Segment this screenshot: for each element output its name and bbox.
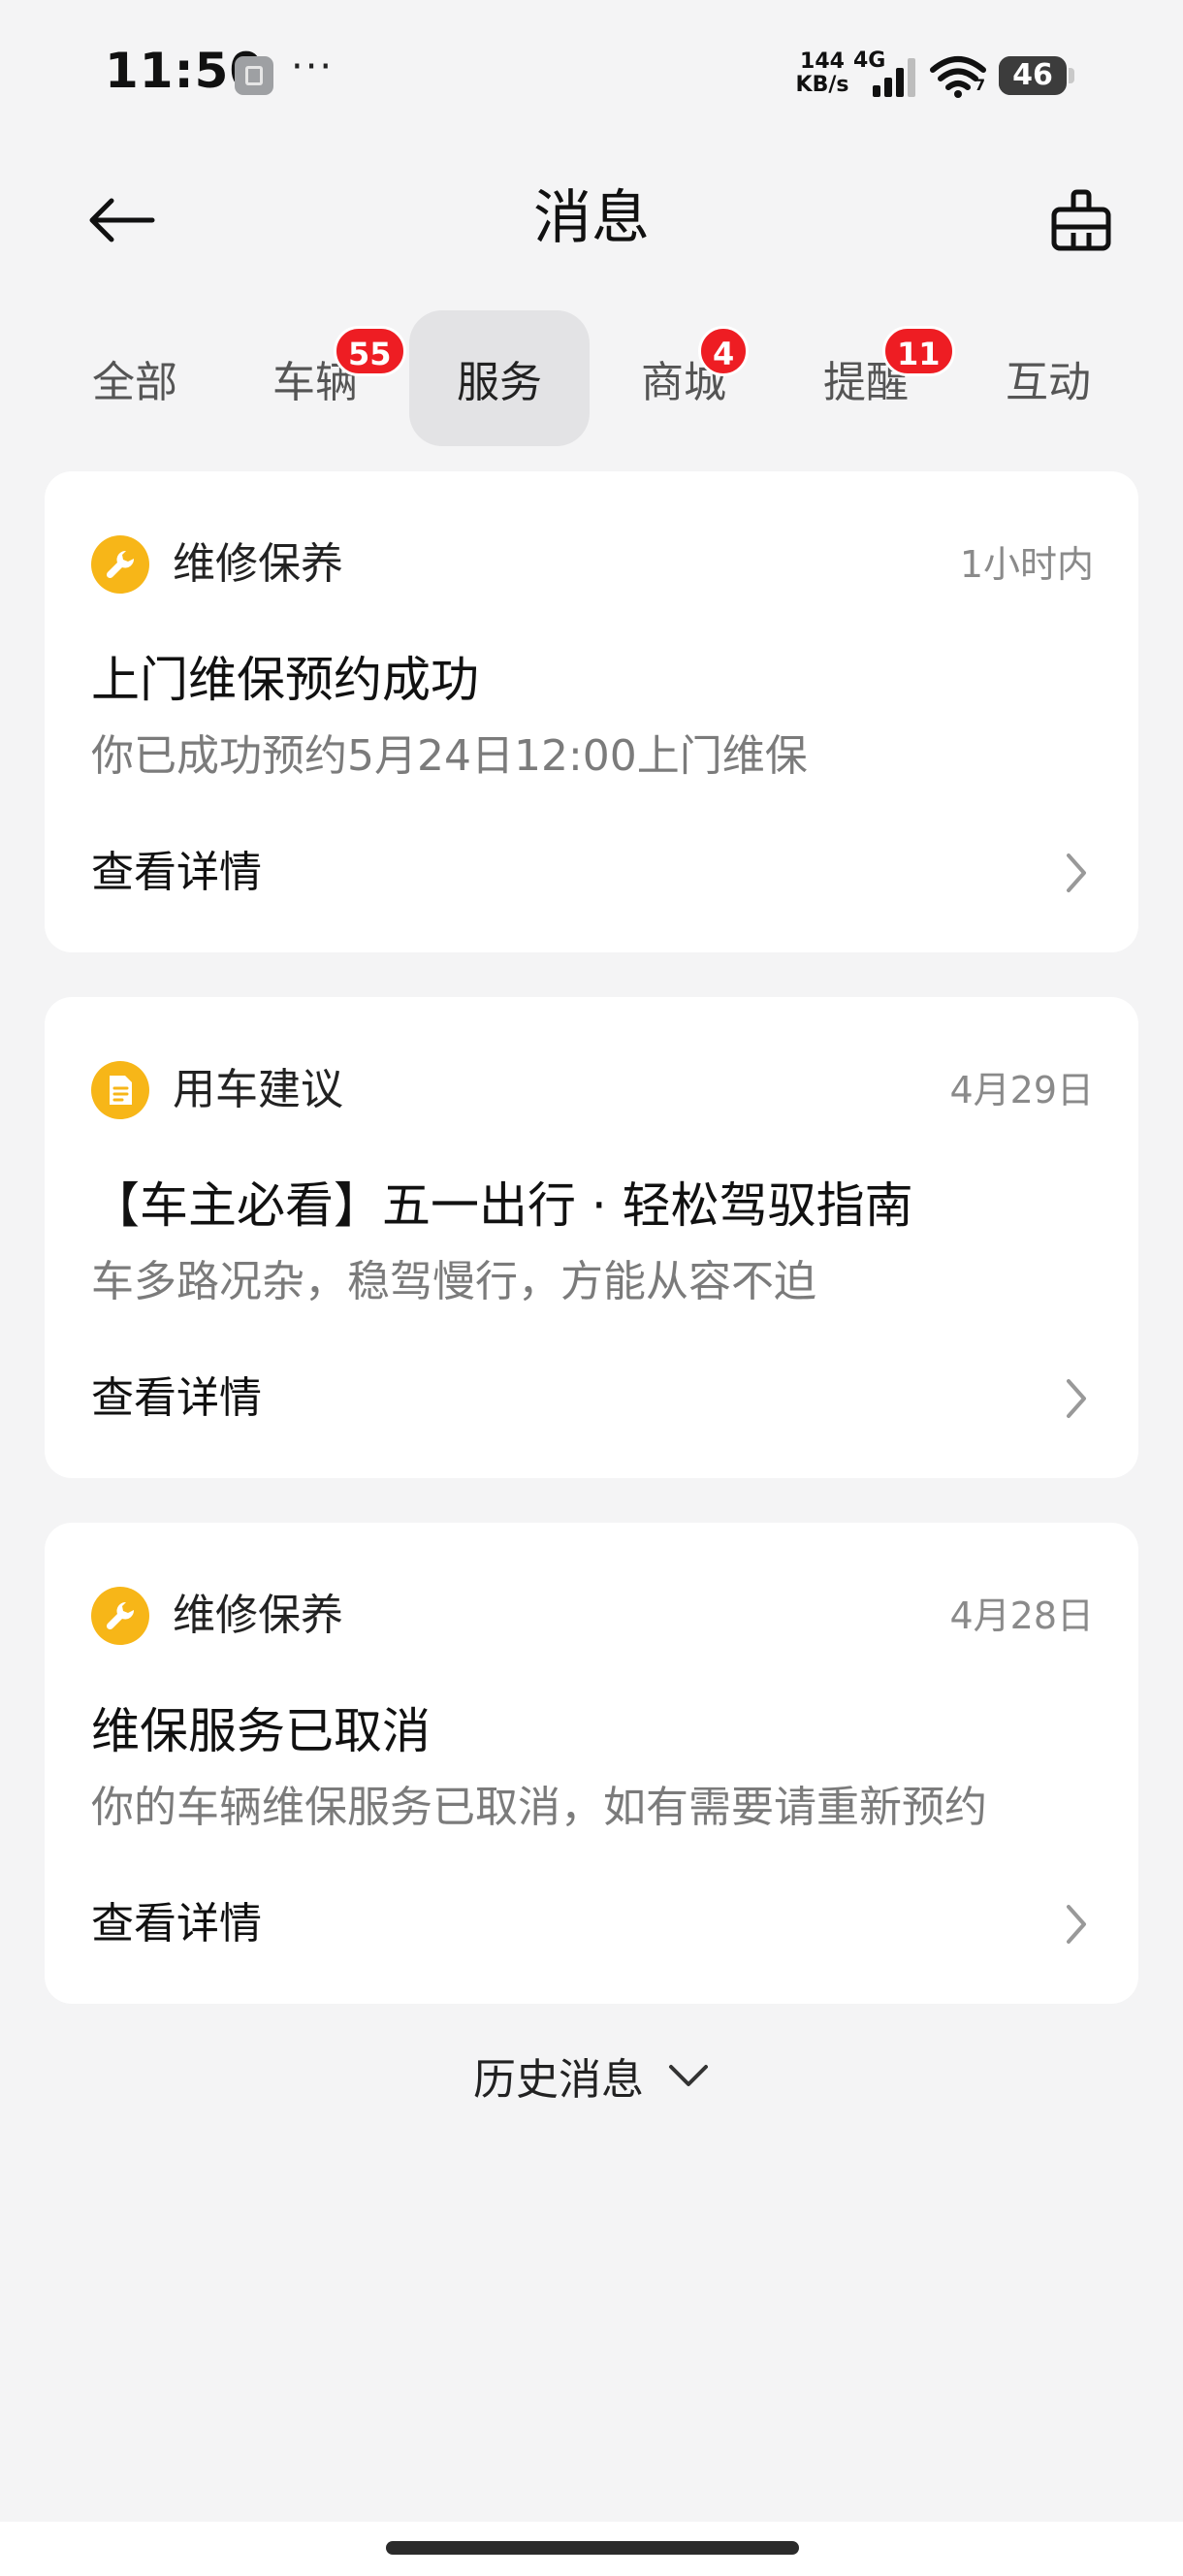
tab-service[interactable]: 服务 bbox=[409, 310, 590, 446]
message-category: 维修保养 bbox=[173, 539, 343, 589]
more-notifications-icon: ··· bbox=[291, 45, 335, 89]
tab-interaction-label: 互动 bbox=[1006, 358, 1091, 407]
back-arrow-icon bbox=[89, 198, 155, 242]
cellular-signal-icon bbox=[873, 58, 915, 97]
wifi-standard: 7 bbox=[975, 76, 986, 94]
view-details-link[interactable]: 查看详情 bbox=[45, 1346, 1138, 1453]
message-title: 【车主必看】五一出行 · 轻松驾驭指南 bbox=[91, 1177, 913, 1234]
status-bar: 11:50 ··· 144 KB/s 4G 7 46 bbox=[0, 0, 1183, 145]
tab-vehicle[interactable]: 车辆 55 bbox=[225, 310, 406, 446]
message-category-tabs: 全部 车辆 55 服务 商城 4 提醒 11 互动 bbox=[0, 310, 1183, 446]
history-messages-label: 历史消息 bbox=[473, 2055, 644, 2105]
chevron-down-icon bbox=[669, 2065, 708, 2086]
tab-reminder-badge: 11 bbox=[882, 326, 955, 376]
view-details-label: 查看详情 bbox=[91, 1899, 262, 1948]
tab-mall-badge: 4 bbox=[698, 326, 750, 376]
message-description: 你的车辆维保服务已取消，如有需要请重新预约 bbox=[91, 1783, 987, 1832]
message-card[interactable]: 用车建议 4月29日 【车主必看】五一出行 · 轻松驾驭指南 车多路况杂，稳驾慢… bbox=[45, 997, 1138, 1478]
bottom-area bbox=[0, 2522, 1183, 2576]
battery-level: 46 bbox=[1012, 58, 1053, 92]
tab-vehicle-badge: 55 bbox=[334, 326, 406, 376]
message-description: 你已成功预约5月24日12:00上门维保 bbox=[91, 731, 808, 781]
tab-service-label: 服务 bbox=[457, 358, 542, 407]
view-details-link[interactable]: 查看详情 bbox=[45, 1872, 1138, 1979]
network-speed-unit: KB/s bbox=[795, 73, 849, 97]
home-indicator[interactable] bbox=[386, 2541, 799, 2555]
back-button[interactable] bbox=[78, 177, 165, 264]
message-time: 1小时内 bbox=[959, 543, 1094, 586]
message-category: 维修保养 bbox=[173, 1591, 343, 1640]
view-details-label: 查看详情 bbox=[91, 1373, 262, 1423]
message-description: 车多路况杂，稳驾慢行，方能从容不迫 bbox=[91, 1257, 816, 1306]
document-icon bbox=[91, 1061, 149, 1119]
message-category: 用车建议 bbox=[173, 1065, 343, 1114]
chevron-right-icon bbox=[1067, 1379, 1086, 1418]
chevron-right-icon bbox=[1067, 853, 1086, 892]
battery-icon: 46 bbox=[999, 56, 1074, 95]
navigation-header: 消息 bbox=[0, 165, 1183, 272]
broom-clear-icon bbox=[1051, 189, 1111, 251]
wrench-icon bbox=[91, 535, 149, 594]
network-speed-value: 144 bbox=[800, 49, 845, 74]
view-details-link[interactable]: 查看详情 bbox=[45, 821, 1138, 927]
message-card[interactable]: 维修保养 1小时内 上门维保预约成功 你已成功预约5月24日12:00上门维保 … bbox=[45, 471, 1138, 952]
tab-all-label: 全部 bbox=[92, 358, 177, 407]
message-title: 维保服务已取消 bbox=[91, 1703, 431, 1759]
page-title: 消息 bbox=[533, 184, 650, 252]
network-speed: 144 KB/s bbox=[795, 50, 849, 97]
view-details-label: 查看详情 bbox=[91, 848, 262, 897]
history-messages-button[interactable]: 历史消息 bbox=[417, 2037, 766, 2114]
tab-mall[interactable]: 商城 4 bbox=[593, 310, 774, 446]
wrench-icon bbox=[91, 1587, 149, 1645]
notification-app-icon bbox=[235, 56, 273, 95]
message-title: 上门维保预约成功 bbox=[91, 652, 479, 708]
message-time: 4月29日 bbox=[949, 1069, 1094, 1111]
tab-all[interactable]: 全部 bbox=[45, 310, 225, 446]
clear-messages-button[interactable] bbox=[1038, 177, 1125, 264]
message-card[interactable]: 维修保养 4月28日 维保服务已取消 你的车辆维保服务已取消，如有需要请重新预约… bbox=[45, 1523, 1138, 2004]
message-time: 4月28日 bbox=[949, 1594, 1094, 1637]
tab-interaction[interactable]: 互动 bbox=[958, 310, 1138, 446]
chevron-right-icon bbox=[1067, 1905, 1086, 1944]
tab-reminder[interactable]: 提醒 11 bbox=[776, 310, 956, 446]
